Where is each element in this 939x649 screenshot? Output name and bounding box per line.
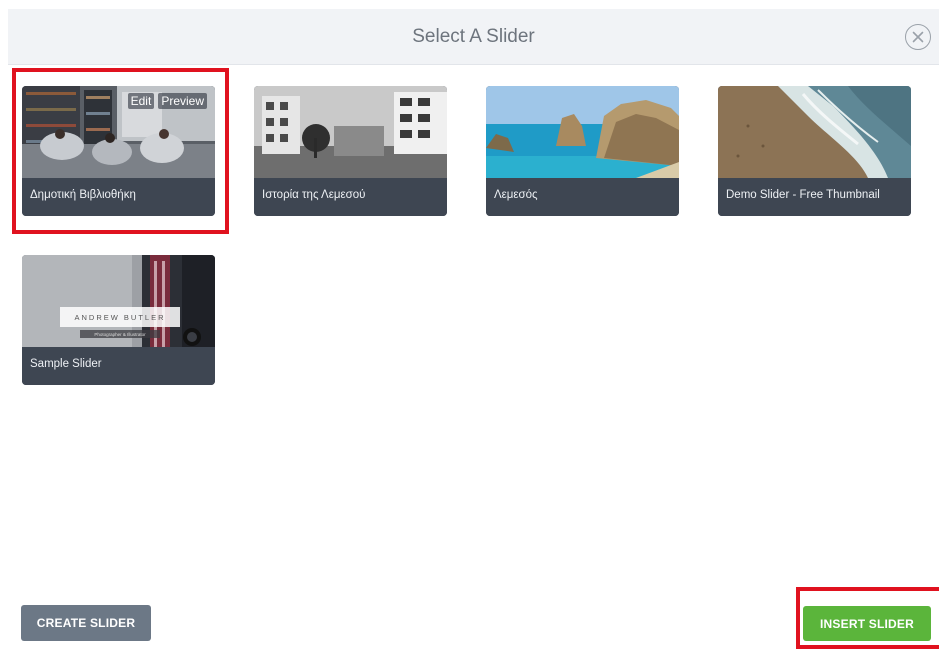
dialog-header: Select A Slider	[8, 9, 939, 65]
preview-link[interactable]: Preview	[158, 93, 207, 109]
slider-label: Δημοτική Βιβλιοθήκη	[30, 189, 136, 201]
thumbnail-title-box: ANDREW BUTLER	[60, 307, 180, 327]
slider-label-bar: Λεμεσός	[486, 178, 679, 216]
slider-label: Demo Slider - Free Thumbnail	[726, 189, 880, 201]
slider-label: Λεμεσός	[494, 189, 538, 201]
close-icon[interactable]	[905, 24, 931, 50]
slider-card-limassol[interactable]: Λεμεσός	[486, 86, 679, 216]
dialog-title: Select A Slider	[412, 26, 535, 47]
create-slider-button[interactable]: CREATE SLIDER	[21, 605, 151, 641]
slider-label-bar: Demo Slider - Free Thumbnail	[718, 178, 911, 216]
thumbnail-title: ANDREW BUTLER	[74, 312, 166, 322]
slider-label-bar: Sample Slider	[22, 347, 215, 385]
slider-label: Sample Slider	[30, 358, 102, 370]
slider-thumbnail	[254, 86, 447, 178]
slider-label-bar: Δημοτική Βιβλιοθήκη	[22, 178, 215, 216]
slider-card-history[interactable]: Ιστορία της Λεμεσού	[254, 86, 447, 216]
slider-card-library[interactable]: Edit Preview Δημοτική Βιβλιοθήκη	[22, 86, 215, 216]
slider-thumbnail	[486, 86, 679, 178]
slider-card-sample[interactable]: ANDREW BUTLER Photographer & Illustrator…	[22, 255, 215, 385]
edit-link[interactable]: Edit	[127, 93, 155, 109]
slider-thumbnail	[718, 86, 911, 178]
insert-slider-button[interactable]: INSERT SLIDER	[803, 606, 931, 641]
thumbnail-subtitle: Photographer & Illustrator	[94, 331, 146, 337]
thumbnail-subtitle-box: Photographer & Illustrator	[80, 330, 160, 338]
slider-label: Ιστορία της Λεμεσού	[262, 189, 366, 201]
slider-card-demo[interactable]: Demo Slider - Free Thumbnail	[718, 86, 911, 216]
slider-label-bar: Ιστορία της Λεμεσού	[254, 178, 447, 216]
